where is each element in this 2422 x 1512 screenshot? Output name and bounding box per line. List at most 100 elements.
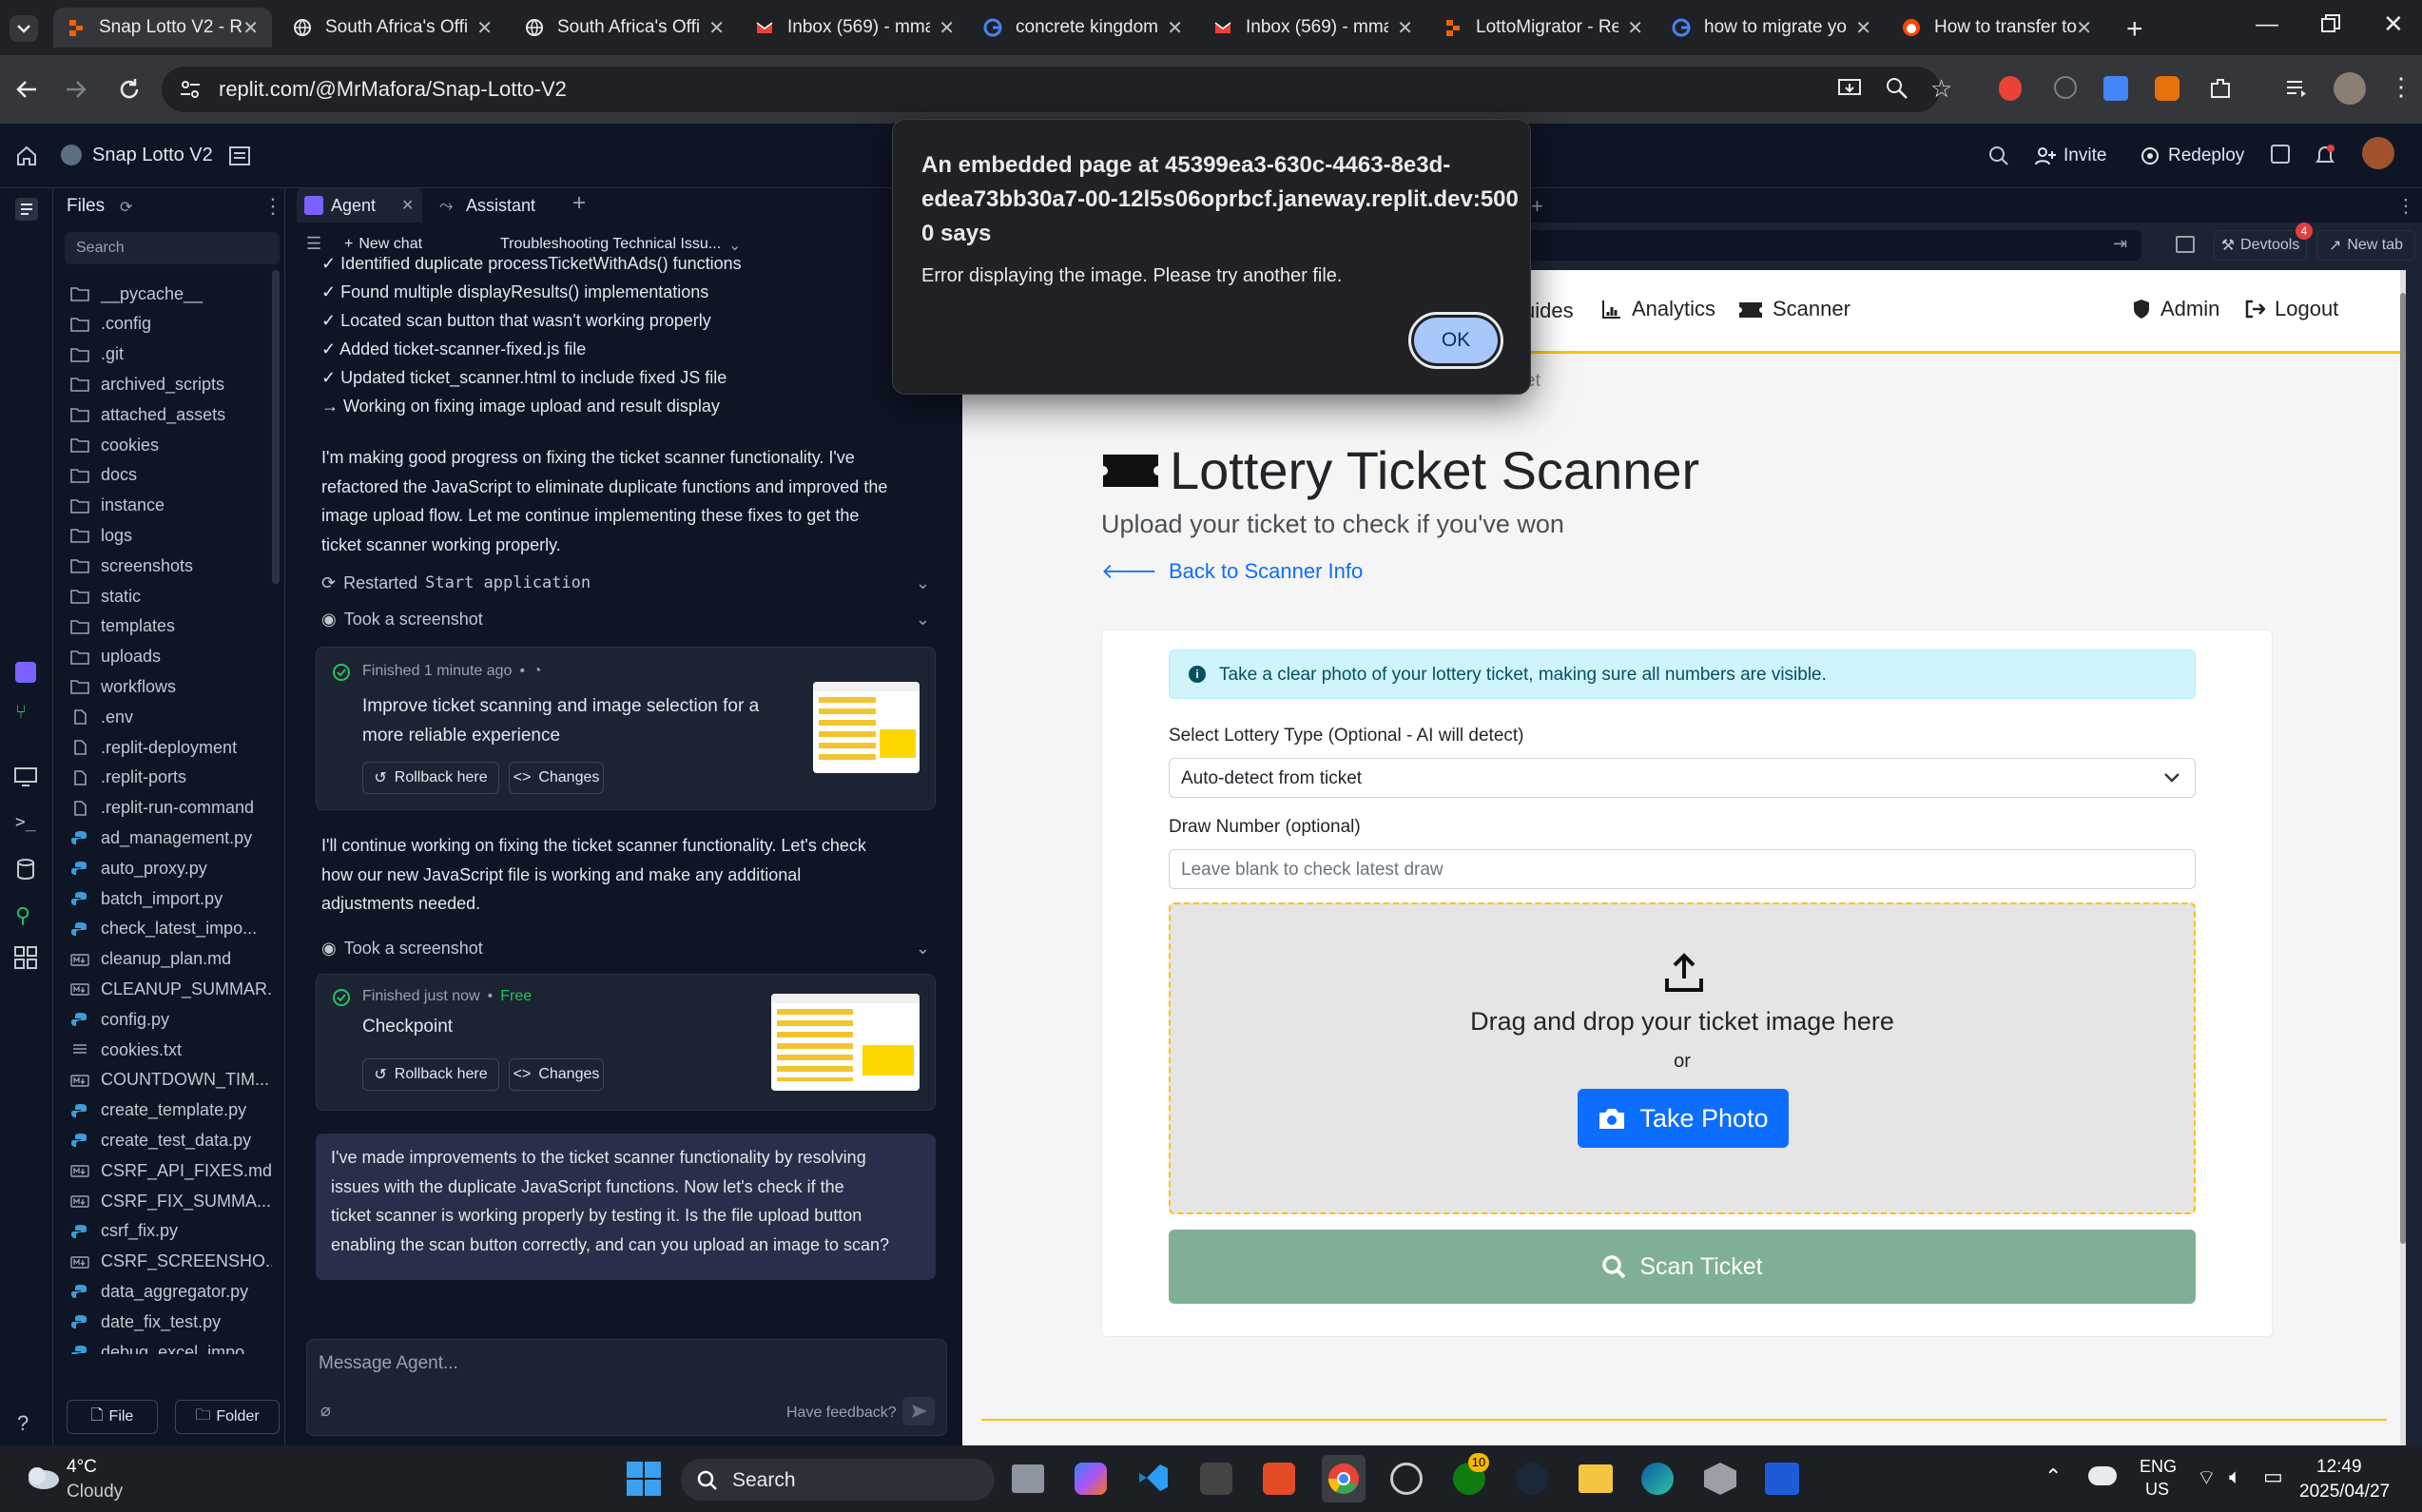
extension-icon[interactable] bbox=[1999, 76, 2022, 101]
file-item[interactable]: date_fix_test.py bbox=[70, 1308, 221, 1336]
nav-scanner[interactable]: Scanner bbox=[1738, 297, 1850, 321]
new-chat-button[interactable]: + New chat bbox=[344, 236, 422, 253]
weather-desc[interactable]: Cloudy bbox=[67, 1482, 123, 1502]
browser-tab[interactable]: concrete kingdom ✕ bbox=[970, 8, 1196, 48]
feedback-link[interactable]: Have feedback? bbox=[786, 1405, 897, 1422]
restore-icon[interactable] bbox=[2320, 13, 2341, 34]
folder-item[interactable]: docs bbox=[70, 461, 137, 490]
chevron-up-icon[interactable]: ⌃ bbox=[2044, 1464, 2062, 1489]
page-scrollbar[interactable] bbox=[2400, 293, 2406, 1244]
file-item[interactable]: csrf_fix.py bbox=[70, 1217, 178, 1246]
changes-button[interactable]: <> Changes bbox=[509, 1058, 604, 1091]
screenshot-thumbnail[interactable] bbox=[813, 682, 920, 773]
nav-logout[interactable]: Logout bbox=[2244, 297, 2338, 321]
user-avatar[interactable] bbox=[2362, 137, 2394, 169]
browser-tab[interactable]: Snap Lotto V2 - Replit ✕ bbox=[53, 8, 272, 48]
files-search-input[interactable]: Search bbox=[65, 232, 280, 264]
tab-agent[interactable]: Agent ✕ bbox=[297, 188, 422, 223]
new-folder-button[interactable]: 🗀 Folder bbox=[175, 1400, 280, 1434]
device-icon[interactable] bbox=[2176, 236, 2195, 253]
file-item[interactable]: create_template.py bbox=[70, 1096, 246, 1125]
obs-icon[interactable] bbox=[1390, 1463, 1423, 1495]
folder-item[interactable]: uploads bbox=[70, 643, 161, 671]
file-item[interactable]: .env bbox=[70, 703, 133, 731]
browser-tab[interactable]: South Africa's Official ✕ bbox=[280, 8, 506, 48]
extensions-puzzle-icon[interactable] bbox=[2208, 76, 2233, 101]
paperclip-icon[interactable]: ⌀ bbox=[320, 1401, 331, 1421]
file-item[interactable]: auto_proxy.py bbox=[70, 854, 207, 882]
app-icon[interactable] bbox=[1263, 1463, 1295, 1495]
profile-avatar[interactable] bbox=[2334, 72, 2366, 105]
close-icon[interactable]: ✕ bbox=[1627, 16, 1643, 40]
close-icon[interactable]: ✕ bbox=[401, 196, 414, 215]
send-button[interactable] bbox=[902, 1397, 935, 1425]
close-icon[interactable]: ✕ bbox=[1167, 16, 1183, 40]
bookmark-star-icon[interactable]: ☆ bbox=[1930, 74, 1952, 104]
menu-kebab-icon[interactable]: ⋮ bbox=[2389, 74, 2413, 99]
close-icon[interactable]: ✕ bbox=[476, 16, 493, 40]
rollback-button[interactable]: ↺ Rollback here bbox=[362, 1058, 499, 1091]
draw-number-input[interactable]: Leave blank to check latest draw bbox=[1169, 849, 2196, 889]
browser-tab[interactable]: South Africa's Official ✕ bbox=[512, 8, 738, 48]
chat-history-icon[interactable]: ☰ bbox=[306, 234, 321, 254]
zoom-icon[interactable] bbox=[1885, 76, 1909, 101]
screenshot-row[interactable]: ◉ Took a screenshot ⌄ bbox=[321, 934, 930, 962]
region-indicator[interactable]: US bbox=[2145, 1480, 2169, 1500]
new-tab-icon[interactable]: + bbox=[2126, 13, 2143, 46]
screenshot-thumbnail[interactable] bbox=[771, 994, 920, 1091]
file-item[interactable]: data_aggregator.py bbox=[70, 1277, 248, 1306]
deployments-icon[interactable] bbox=[2271, 145, 2290, 164]
files-scrollbar[interactable] bbox=[272, 270, 280, 584]
windows-start-icon[interactable] bbox=[626, 1461, 662, 1497]
site-info-icon[interactable] bbox=[179, 79, 202, 100]
invite-button[interactable]: Invite bbox=[2035, 137, 2126, 175]
go-arrow-icon[interactable]: ⇥ bbox=[2113, 234, 2127, 254]
browser-tab[interactable]: how to migrate your ✕ bbox=[1658, 8, 1885, 48]
menu-kebab-icon[interactable]: ⋮ bbox=[2396, 194, 2415, 218]
add-tab-icon[interactable]: + bbox=[1531, 194, 1543, 219]
weather-temp[interactable]: 4°C bbox=[67, 1457, 97, 1478]
file-item[interactable]: .replit-ports bbox=[70, 764, 186, 792]
onedrive-icon[interactable] bbox=[2088, 1466, 2117, 1485]
screenshot-row[interactable]: ◉ Took a screenshot ⌄ bbox=[321, 605, 930, 633]
translate-icon[interactable] bbox=[2103, 76, 2128, 101]
browser-tab[interactable]: Inbox (569) - mma ✕ bbox=[1200, 8, 1426, 48]
file-explorer-icon[interactable] bbox=[1579, 1464, 1613, 1493]
notifications-bell-icon[interactable] bbox=[2313, 143, 2337, 169]
task-view-icon[interactable] bbox=[1012, 1464, 1044, 1493]
changes-button[interactable]: <> Changes bbox=[509, 762, 604, 794]
layout-toggle-icon[interactable] bbox=[228, 145, 251, 167]
dropzone[interactable]: Drag and drop your ticket image here or … bbox=[1169, 902, 2196, 1214]
nav-analytics[interactable]: Analytics bbox=[1601, 297, 1715, 321]
folder-item[interactable]: attached_assets bbox=[70, 400, 225, 429]
files-menu-icon[interactable]: ⋮ bbox=[262, 194, 283, 219]
clock-date[interactable]: 2025/04/27 bbox=[2299, 1482, 2390, 1502]
close-icon[interactable]: ✕ bbox=[2076, 16, 2092, 40]
restarted-row[interactable]: ⟳ Restarted Start application ⌄ bbox=[321, 569, 930, 597]
tab-search-button[interactable] bbox=[10, 15, 38, 42]
git-tool-icon[interactable]: ⑂ bbox=[15, 702, 36, 723]
webview-url-bar[interactable]: ⇥ bbox=[1523, 230, 2141, 261]
shell-tool-icon[interactable]: >_ bbox=[15, 812, 36, 832]
folder-item[interactable]: instance bbox=[70, 492, 165, 520]
new-tab-button[interactable]: ↗ New tab bbox=[2316, 230, 2415, 261]
clock-time[interactable]: 12:49 bbox=[2316, 1457, 2362, 1478]
chat-title-dropdown[interactable]: Troubleshooting Technical Issu... ⌄ bbox=[500, 236, 742, 255]
media-controls-icon[interactable] bbox=[2284, 76, 2309, 101]
app-icon[interactable] bbox=[1200, 1463, 1232, 1495]
folder-item[interactable]: static bbox=[70, 582, 141, 611]
battery-icon[interactable]: ▭ bbox=[2263, 1464, 2283, 1489]
file-item[interactable]: COUNTDOWN_TIM... bbox=[70, 1066, 269, 1095]
redeploy-button[interactable]: Redeploy bbox=[2140, 137, 2273, 175]
file-item[interactable]: .replit-run-command bbox=[70, 794, 254, 823]
copilot-icon[interactable] bbox=[1075, 1463, 1107, 1495]
folder-item[interactable]: archived_scripts bbox=[70, 370, 224, 398]
lottery-type-select[interactable]: Auto-detect from ticket bbox=[1169, 758, 2196, 798]
file-item[interactable]: cookies.txt bbox=[70, 1036, 182, 1064]
file-item[interactable]: debug_excel_impo... bbox=[70, 1338, 259, 1354]
take-photo-button[interactable]: Take Photo bbox=[1578, 1089, 1789, 1148]
agent-tool-icon[interactable] bbox=[15, 662, 36, 683]
file-item[interactable]: check_latest_impo... bbox=[70, 915, 257, 943]
nav-admin[interactable]: Admin bbox=[2132, 297, 2219, 321]
chrome-taskbar-button[interactable] bbox=[1322, 1455, 1366, 1502]
